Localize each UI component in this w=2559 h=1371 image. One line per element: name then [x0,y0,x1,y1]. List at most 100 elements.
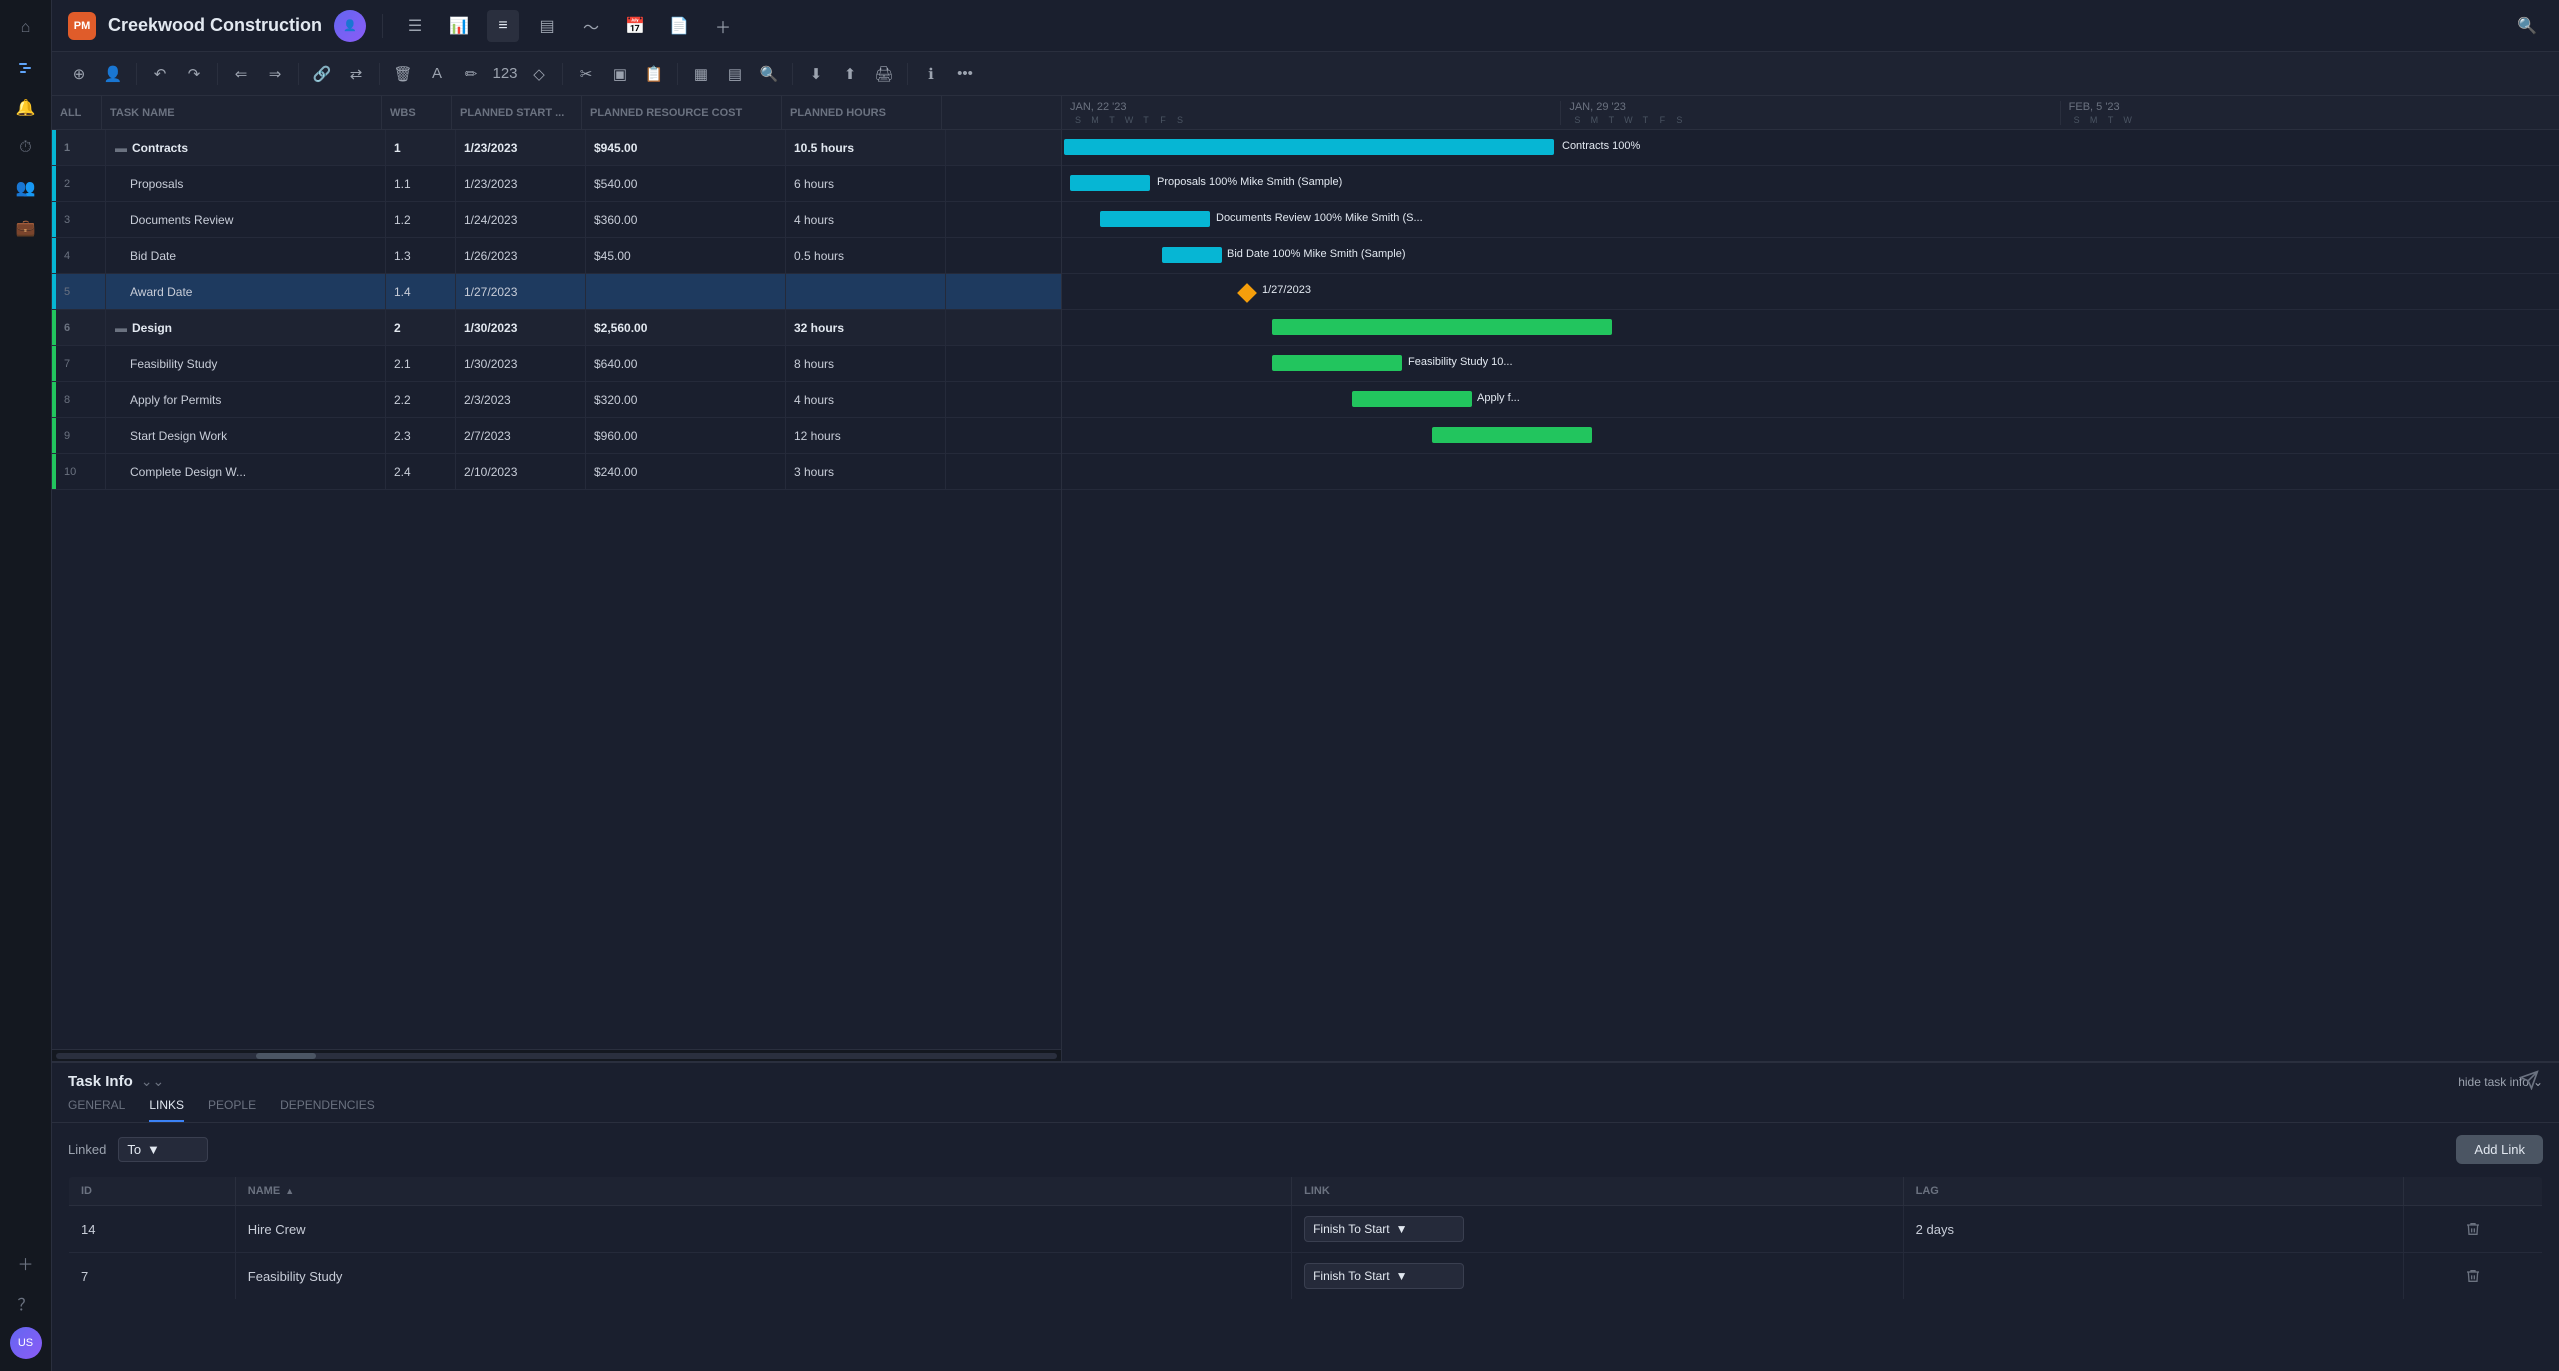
gantt-bar-docs [1100,211,1210,227]
sidebar-item-briefcase[interactable]: 💼 [8,210,44,246]
topbar-gantt-icon[interactable]: ≡ [487,10,519,42]
linked-dropdown[interactable]: To ▼ [118,1137,208,1162]
delete-link-button[interactable] [2416,1268,2530,1284]
row-id: 7 [56,346,106,381]
topbar-doc-icon[interactable]: 📄 [663,10,695,42]
shape-btn[interactable]: ◇ [524,59,554,89]
col-header-hours[interactable]: PLANNED HOURS [782,96,942,129]
row-cost: $2,560.00 [586,310,786,345]
table-row[interactable]: 4 Bid Date 1.3 1/26/2023 $45.00 0.5 hour… [52,238,1061,274]
row-name: ▬ Contracts [106,130,386,165]
row-name: Complete Design W... [106,454,386,489]
task-info-header: Task Info ⌄⌄ hide task info ⌄ [52,1063,2559,1090]
col-header-wbs[interactable]: WBS [382,96,452,129]
sidebar-item-help[interactable]: ？ [8,1285,44,1321]
link-type-dropdown[interactable]: Finish To Start ▼ [1304,1263,1464,1289]
tab-people[interactable]: PEOPLE [208,1098,256,1122]
indent-btn[interactable]: ⇒ [260,59,290,89]
table-row[interactable]: 6 ▬ Design 2 1/30/2023 $2,560.00 32 hour… [52,310,1061,346]
tab-links[interactable]: LINKS [149,1098,184,1122]
row-cost: $960.00 [586,418,786,453]
links-filter-row: Linked To ▼ Add Link [68,1135,2543,1164]
row-cost: $240.00 [586,454,786,489]
scrollbar-thumb[interactable] [256,1053,316,1059]
sidebar-item-gantt[interactable] [8,50,44,86]
more-btn[interactable]: ••• [950,59,980,89]
table-row[interactable]: 7 Feasibility Study 2.1 1/30/2023 $640.0… [52,346,1061,382]
link-type-dropdown[interactable]: Finish To Start ▼ [1304,1216,1464,1242]
toolbar-div-4 [379,63,380,85]
col-header-cost[interactable]: PLANNED RESOURCE COST [582,96,782,129]
topbar-waveform-icon[interactable]: 〜 [575,10,607,42]
gantt-bar-permits [1352,391,1472,407]
import-btn[interactable]: ⬆ [835,59,865,89]
add-person-btn[interactable]: 👤 [98,59,128,89]
paste-btn[interactable]: 📋 [639,59,669,89]
sidebar-item-clock[interactable]: ⏱ [8,130,44,166]
row-cost: $640.00 [586,346,786,381]
topbar-plus-icon[interactable]: ＋ [707,10,739,42]
gantt-row-7: Feasibility Study 10... [1062,346,2559,382]
redo-btn[interactable]: ↷ [179,59,209,89]
links-table-header-row: ID NAME ▲ LINK LAG [69,1177,2543,1206]
delete-link-button[interactable] [2416,1221,2530,1237]
gantt-bar-label-contracts: Contracts 100% [1562,140,1640,152]
outdent-btn[interactable]: ⇐ [226,59,256,89]
col-header-start[interactable]: PLANNED START ... [452,96,582,129]
zoom-btn[interactable]: 🔍 [754,59,784,89]
print-btn[interactable]: 🖨 [869,59,899,89]
copy-btn[interactable]: ▣ [605,59,635,89]
row-wbs: 1.1 [386,166,456,201]
table-row[interactable]: 2 Proposals 1.1 1/23/2023 $540.00 6 hour… [52,166,1061,202]
info-btn[interactable]: ℹ [916,59,946,89]
search-button[interactable]: 🔍 [2511,10,2543,42]
undo-btn[interactable]: ↶ [145,59,175,89]
link-btn[interactable]: 🔗 [307,59,337,89]
gantt-row-9 [1062,418,2559,454]
link-row-link: Finish To Start ▼ [1292,1253,1904,1300]
add-link-button[interactable]: Add Link [2456,1135,2543,1164]
split-view-btn[interactable]: ▦ [686,59,716,89]
paint-btn[interactable]: ✏ [456,59,486,89]
sidebar-item-notifications[interactable]: 🔔 [8,90,44,126]
topbar-chart-icon[interactable]: 📊 [443,10,475,42]
cut-btn[interactable]: ✂ [571,59,601,89]
row-start: 1/27/2023 [456,274,586,309]
table-view-btn[interactable]: ▤ [720,59,750,89]
unlink-btn[interactable]: ⇄ [341,59,371,89]
project-avatar[interactable]: 👤 [334,10,366,42]
sidebar-item-home[interactable]: ⌂ [8,10,44,46]
number-btn[interactable]: 123 [490,59,520,89]
horizontal-scrollbar[interactable] [52,1049,1061,1061]
content-area: ALL TASK NAME WBS PLANNED START ... PLAN… [52,96,2559,1371]
sidebar-item-avatar[interactable]: US [8,1325,44,1361]
text-btn[interactable]: A [422,59,452,89]
table-row[interactable]: 1 ▬ Contracts 1 1/23/2023 $945.00 10.5 h… [52,130,1061,166]
export-btn[interactable]: ⬇ [801,59,831,89]
tab-general[interactable]: GENERAL [68,1098,125,1122]
topbar-table-icon[interactable]: ▤ [531,10,563,42]
gantt-bar-proposals [1070,175,1150,191]
linked-label: Linked [68,1142,106,1157]
tab-dependencies[interactable]: DEPENDENCIES [280,1098,375,1122]
link-row-lag: 2 days [1903,1206,2403,1253]
pm-logo: PM [68,12,96,40]
delete-btn[interactable]: 🗑 [388,59,418,89]
topbar-list-icon[interactable]: ☰ [399,10,431,42]
sidebar-item-add[interactable]: ＋ [8,1245,44,1281]
table-row[interactable]: 9 Start Design Work 2.3 2/7/2023 $960.00… [52,418,1061,454]
col-header-name[interactable]: TASK NAME [102,96,382,129]
add-task-btn[interactable]: ⊕ [64,59,94,89]
table-row[interactable]: 3 Documents Review 1.2 1/24/2023 $360.00… [52,202,1061,238]
table-row[interactable]: 5 Award Date 1.4 1/27/2023 [52,274,1061,310]
collapse-icon[interactable]: ⌄⌄ [141,1073,164,1090]
col-header-all[interactable]: ALL [52,96,102,129]
sidebar-item-people[interactable]: 👥 [8,170,44,206]
send-icon[interactable] [2519,1070,2539,1093]
table-row[interactable]: 10 Complete Design W... 2.4 2/10/2023 $2… [52,454,1061,490]
task-table: ALL TASK NAME WBS PLANNED START ... PLAN… [52,96,1062,1061]
table-row[interactable]: 8 Apply for Permits 2.2 2/3/2023 $320.00… [52,382,1061,418]
th-actions [2404,1177,2543,1206]
task-info-tabs: GENERAL LINKS PEOPLE DEPENDENCIES [52,1090,2559,1123]
topbar-calendar-icon[interactable]: 📅 [619,10,651,42]
